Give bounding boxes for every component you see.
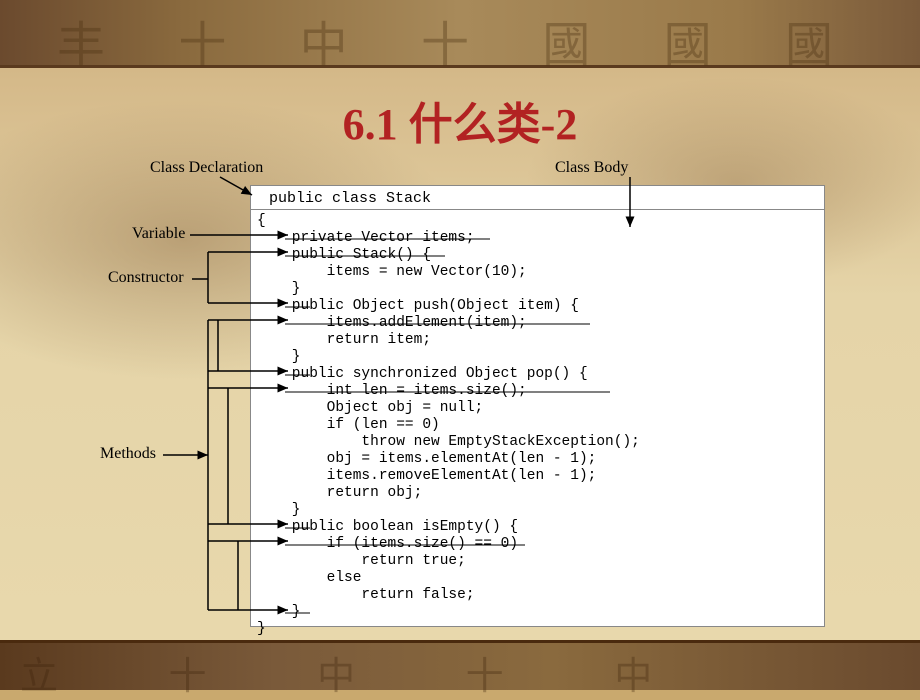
label-variable: Variable [132, 225, 185, 243]
label-constructor: Constructor [108, 269, 184, 287]
decorative-bottom-banner [0, 640, 920, 690]
decorative-top-banner [0, 0, 920, 68]
code-block: public class Stack { private Vector item… [250, 185, 825, 627]
class-body-code: { private Vector items; public Stack() {… [251, 210, 824, 641]
diagram-container: Class Declaration Class Body Variable Co… [100, 155, 830, 630]
label-class-body: Class Body [555, 159, 628, 177]
label-class-declaration: Class Declaration [150, 159, 263, 177]
label-methods: Methods [100, 445, 156, 463]
slide-title: 6.1 什么类-2 [0, 88, 920, 152]
class-declaration-line: public class Stack [251, 186, 824, 210]
